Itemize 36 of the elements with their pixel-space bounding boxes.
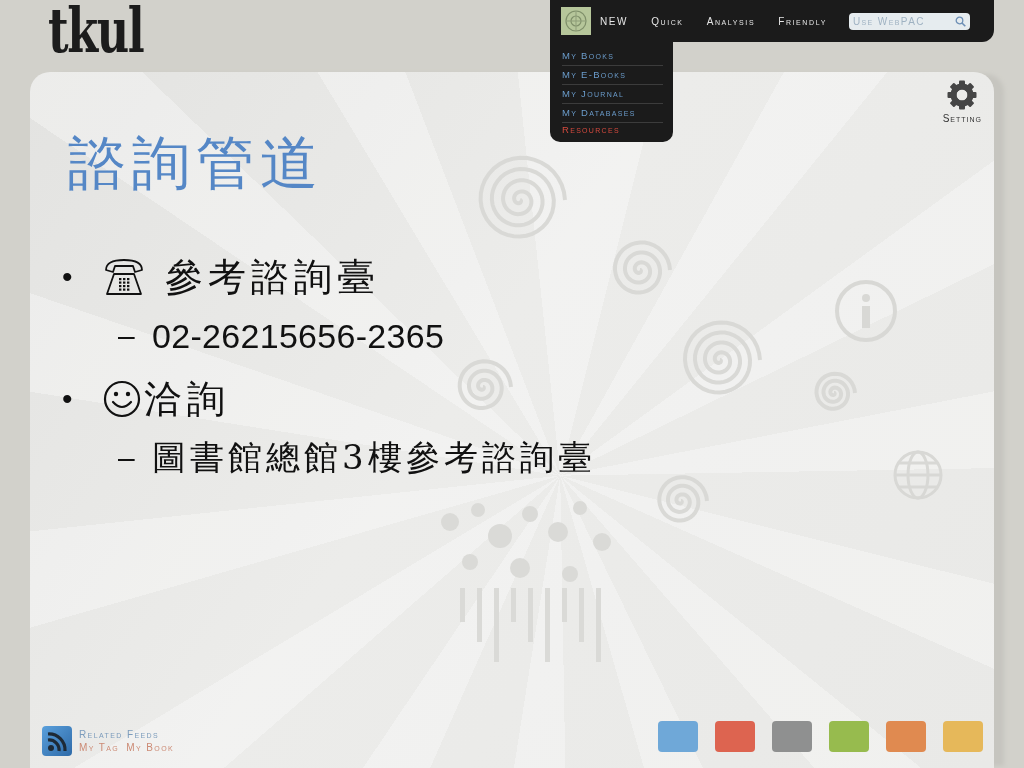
telephone-icon (103, 257, 145, 297)
menu-item[interactable]: My Books (562, 47, 663, 66)
color-theme-tile[interactable] (886, 721, 926, 752)
nav-link[interactable]: Analysis (706, 15, 756, 27)
color-theme-tile[interactable] (829, 721, 869, 752)
bullet-mark: • (62, 382, 74, 416)
menu-item[interactable]: Resources (562, 123, 663, 137)
settings-icon (947, 80, 978, 110)
bullet-text: 參考諮詢臺 (165, 253, 380, 301)
globe-icon (892, 449, 944, 501)
bullet-mark: • (62, 260, 74, 294)
menu-item[interactable]: My E-Books (562, 66, 663, 85)
sub-bullet-text: 圖書館總館3樓參考諮詢臺 (152, 436, 596, 479)
search-field[interactable]: Use WebPAC (848, 12, 970, 30)
nav-link[interactable]: Friendly (778, 15, 827, 27)
color-theme-tile[interactable] (658, 721, 698, 752)
bullet-text: 洽詢 (144, 375, 230, 423)
rss-icon[interactable] (42, 726, 72, 756)
color-theme-tile[interactable] (715, 721, 755, 752)
color-theme-tile[interactable] (772, 721, 812, 752)
feeds-heading: Related Feeds (79, 729, 161, 740)
nav-link[interactable]: NEW (600, 15, 629, 27)
setting-button[interactable]: Setting (942, 80, 982, 124)
info-icon (834, 279, 898, 343)
dash-mark: – (118, 441, 136, 475)
library-logo[interactable]: tkul (48, 3, 144, 59)
menu-item[interactable]: My Databases (562, 104, 663, 123)
sub-bullet-text: 02-26215656-2365 (152, 316, 445, 356)
dash-mark: – (118, 319, 136, 353)
color-theme-tile[interactable] (943, 721, 983, 752)
slide-title: 諮詢管道 (68, 130, 324, 196)
emblem-icon[interactable] (561, 7, 591, 35)
smiley-icon (103, 380, 141, 418)
search-icon (954, 15, 966, 27)
nav-link[interactable]: Quick (651, 15, 684, 27)
menu-item[interactable]: My Journal (562, 85, 663, 104)
